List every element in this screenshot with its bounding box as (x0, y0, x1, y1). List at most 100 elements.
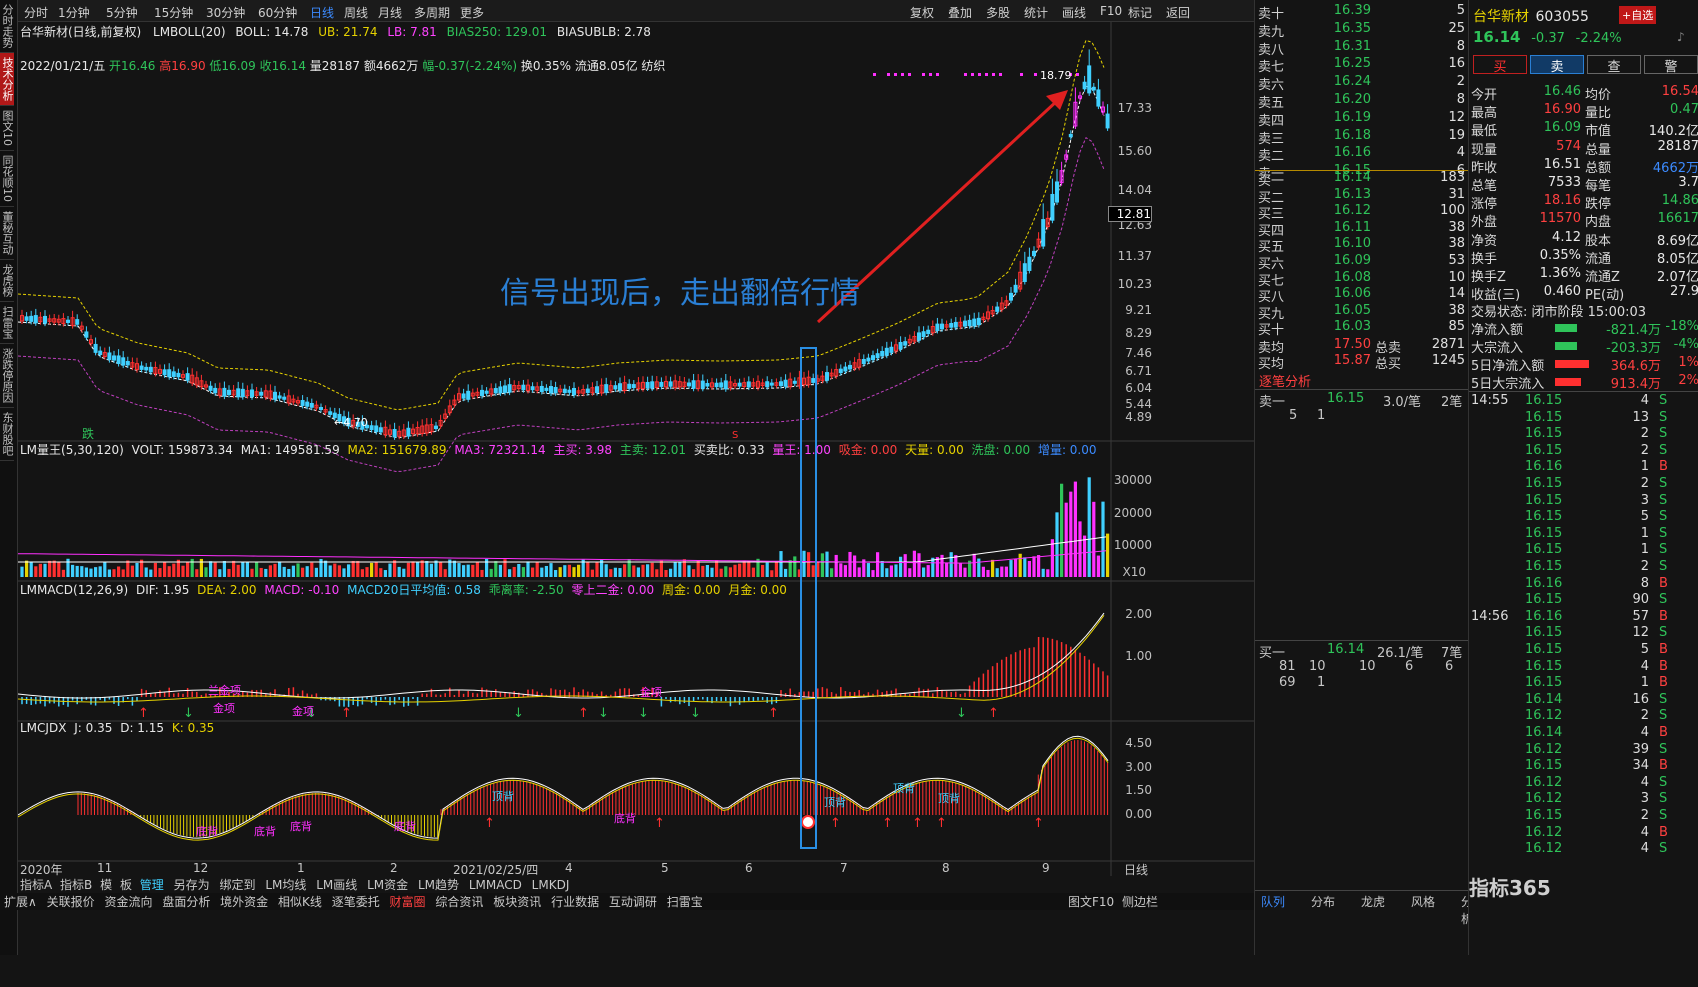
bid-row[interactable]: 买四 16.11 38 (1255, 220, 1469, 239)
period-more[interactable]: 更多 (460, 4, 484, 21)
btn-mark[interactable]: 标记 (1128, 4, 1152, 21)
volume-bar (388, 563, 392, 577)
bid-row[interactable]: 买三 16.12 100 (1255, 203, 1469, 222)
period-multi[interactable]: 多周期 (414, 4, 450, 21)
tab-manage[interactable]: 管理 (140, 878, 164, 892)
tab-lm-ma[interactable]: LM均线 (265, 878, 306, 892)
btn-fund-flow[interactable]: 资金流向 (104, 895, 152, 909)
bar-close: 收16.14 (259, 59, 306, 73)
btn-sidebar[interactable]: 侧边栏 (1122, 893, 1158, 910)
alert-button[interactable]: 警 (1644, 55, 1698, 75)
tab-save-as[interactable]: 另存为 (174, 878, 210, 892)
orderbook-tab[interactable]: 队列 (1261, 893, 1285, 910)
ask-row[interactable]: 卖五 16.20 8 (1255, 92, 1469, 111)
btn-f10-text[interactable]: 图文F10 (1068, 893, 1114, 910)
period-60min[interactable]: 60分钟 (258, 4, 297, 21)
period-30min[interactable]: 30分钟 (206, 4, 245, 21)
btn-foreign-fund[interactable]: 境外资金 (220, 895, 268, 909)
candle-body (185, 373, 190, 381)
tab-template[interactable]: 模 (100, 878, 112, 892)
ask-row[interactable]: 卖二 16.16 4 (1255, 145, 1469, 164)
tab-ths-f10[interactable]: 同花顺10 (0, 151, 14, 207)
bid-row[interactable]: 买九 16.05 38 (1255, 303, 1469, 322)
volume-bar (103, 562, 107, 577)
tab-bind[interactable]: 绑定到 (219, 878, 255, 892)
btn-sector-news[interactable]: 板块资讯 (493, 895, 541, 909)
bid-row[interactable]: 买十 16.03 85 (1255, 319, 1469, 338)
tab-indicator-a[interactable]: 指标A (20, 878, 52, 892)
flow-label: 5日大宗流入 (1471, 377, 1545, 392)
btn-extend[interactable]: 扩展∧ (4, 895, 37, 909)
add-watchlist-button[interactable]: +自选 (1619, 6, 1657, 24)
kdj-indicator-name[interactable]: LMCJDX (20, 721, 66, 735)
tab-dragon-tiger[interactable]: 龙虎榜 (0, 260, 14, 302)
bid-row[interactable]: 买八 16.06 14 (1255, 286, 1469, 305)
btn-related-quote[interactable]: 关联报价 (47, 895, 95, 909)
bid-row[interactable]: 买七 16.08 10 (1255, 270, 1469, 289)
btn-similar-k[interactable]: 相似K线 (278, 895, 322, 909)
ask-row[interactable]: 卖三 16.18 19 (1255, 128, 1469, 147)
period-day[interactable]: 日线 (310, 4, 334, 21)
btn-overlay[interactable]: 叠加 (948, 4, 972, 21)
period-15min[interactable]: 15分钟 (154, 4, 193, 21)
query-button[interactable]: 查 (1587, 55, 1641, 75)
tab-lm-draw[interactable]: LM画线 (316, 878, 357, 892)
kdj-arrow: ↑ (936, 816, 947, 831)
period-time[interactable]: 分时 (24, 4, 48, 21)
btn-tick-order[interactable]: 逐笔委托 (332, 895, 380, 909)
ask-row[interactable]: 卖六 16.24 2 (1255, 74, 1469, 93)
vol-indicator-name[interactable]: LM量王(5,30,120) (20, 443, 124, 457)
btn-back[interactable]: 返回 (1166, 4, 1190, 21)
tab-lm-kdj[interactable]: LMKDJ (532, 878, 570, 892)
tab-f10-text[interactable]: 图文10 (0, 106, 14, 151)
btn-market-analysis[interactable]: 盘面分析 (162, 895, 210, 909)
btn-minesweep[interactable]: 扫雷宝 (667, 895, 703, 909)
tab-indicator-b[interactable]: 指标B (60, 878, 92, 892)
bid-row[interactable]: 买五 16.10 38 (1255, 236, 1469, 255)
orderbook-tab[interactable]: 龙虎 (1361, 893, 1385, 910)
tab-forum[interactable]: 东财股吧 (0, 408, 14, 461)
boll-name[interactable]: LMBOLL(20) (153, 25, 226, 39)
btn-news[interactable]: 综合资讯 (435, 895, 483, 909)
ask-row[interactable]: 卖九 16.35 25 (1255, 21, 1469, 40)
ask-row[interactable]: 卖八 16.31 8 (1255, 39, 1469, 58)
tick-price: 16.15 (1525, 426, 1563, 442)
tab-lm-fund[interactable]: LM资金 (367, 878, 408, 892)
tab-lm-trend[interactable]: LM趋势 (418, 878, 459, 892)
btn-industry-data[interactable]: 行业数据 (551, 895, 599, 909)
period-1min[interactable]: 1分钟 (58, 4, 90, 21)
tab-limit-reason[interactable]: 涨跌停原因 (0, 344, 14, 408)
ask-row[interactable]: 卖十 16.39 5 (1255, 3, 1469, 22)
period-week[interactable]: 周线 (344, 4, 368, 21)
orderbook-tab[interactable]: 风格 (1411, 893, 1435, 910)
candle-body (530, 386, 535, 391)
period-5min[interactable]: 5分钟 (106, 4, 138, 21)
buy-button[interactable]: 买 (1473, 55, 1527, 75)
tab-lm-macd[interactable]: LMMACD (469, 878, 522, 892)
macd-indicator-name[interactable]: LMMACD(12,26,9) (20, 583, 128, 597)
tab-board[interactable]: 板 (120, 878, 132, 892)
vol-main-buy: 主买: 3.98 (553, 443, 613, 457)
tab-technical-analysis[interactable]: 技术分析 (0, 53, 14, 106)
tab-secretary[interactable]: 董秘互动 (0, 207, 14, 260)
bell-icon[interactable]: ♪ (1677, 30, 1685, 44)
btn-interaction[interactable]: 互动调研 (609, 895, 657, 909)
bid-row[interactable]: 买一 16.14 183 (1255, 170, 1469, 189)
btn-fuquan[interactable]: 复权 (910, 4, 934, 21)
btn-draw[interactable]: 画线 (1062, 4, 1086, 21)
sell-button[interactable]: 卖 (1530, 55, 1584, 75)
btn-wealth-circle[interactable]: 财富圈 (390, 895, 426, 909)
ask-row[interactable]: 卖四 16.19 12 (1255, 110, 1469, 129)
volume-bar (1018, 553, 1022, 577)
orderbook-tab[interactable]: 分布 (1311, 893, 1335, 910)
bid-row[interactable]: 买二 16.13 31 (1255, 187, 1469, 206)
tab-minesweeper[interactable]: 扫雷宝 (0, 302, 14, 344)
tab-time-sharing[interactable]: 分时走势 (0, 0, 14, 53)
btn-f10[interactable]: F10 (1100, 4, 1122, 18)
period-month[interactable]: 月线 (378, 4, 402, 21)
btn-multi-stock[interactable]: 多股 (986, 4, 1010, 21)
top-signal-dot (1076, 73, 1079, 76)
bid-row[interactable]: 买六 16.09 53 (1255, 253, 1469, 272)
btn-stats[interactable]: 统计 (1024, 4, 1048, 21)
ask-row[interactable]: 卖七 16.25 16 (1255, 56, 1469, 75)
